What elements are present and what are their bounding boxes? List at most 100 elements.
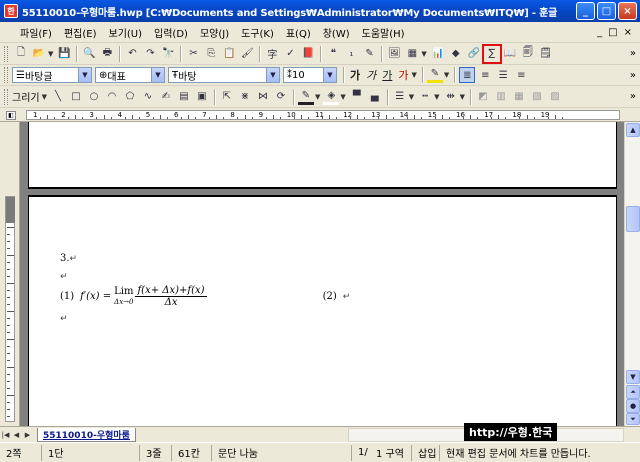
ungroup-icon[interactable]: ⋈: [255, 89, 271, 105]
line-style-icon[interactable]: ☰: [392, 89, 408, 105]
title-bar[interactable]: 한 55110010-우형마룸.hwp [C:₩Documents and Se…: [0, 0, 640, 22]
minimize-button[interactable]: _: [576, 2, 595, 20]
chevron-down-icon[interactable]: ▼: [409, 93, 414, 101]
rotate-icon[interactable]: ⟳: [273, 89, 289, 105]
scroll-down-icon[interactable]: ▼: [626, 370, 640, 384]
menu-view[interactable]: 보기(U): [103, 25, 149, 40]
line-tool-icon[interactable]: ╲: [50, 89, 66, 105]
toolbar-overflow-icon[interactable]: »: [630, 91, 636, 102]
insert-picture-icon[interactable]: 🖼: [386, 46, 402, 62]
menu-help[interactable]: 도움말(H): [356, 25, 411, 40]
memo-icon[interactable]: 🗒: [538, 46, 554, 62]
chevron-down-icon[interactable]: ▼: [340, 93, 345, 101]
toolbar-grip[interactable]: [4, 67, 8, 83]
tab-prev-icon[interactable]: ◀: [11, 429, 22, 441]
chevron-down-icon[interactable]: ▼: [266, 68, 279, 82]
rectangle-tool-icon[interactable]: □: [68, 89, 84, 105]
browse-object-icon[interactable]: ●: [626, 399, 640, 413]
text-color-icon[interactable]: 가: [398, 67, 408, 83]
save-icon[interactable]: 💾: [56, 46, 72, 62]
toolbar-overflow-icon[interactable]: »: [630, 70, 636, 81]
vertical-ruler[interactable]: [0, 122, 20, 426]
doc-tab[interactable]: 55110010-우형마룸: [37, 427, 136, 442]
bookmark-icon[interactable]: 📖: [502, 46, 518, 62]
draw-menu-label[interactable]: 그리기: [12, 89, 40, 104]
ruler-scale[interactable]: 1 2 3 4 5 6 7 8 9 10 11 12 13 14 15 16 17 18 19: [26, 110, 620, 120]
toolbar-grip[interactable]: [4, 45, 8, 62]
chevron-down-icon[interactable]: ▼: [78, 68, 91, 82]
align-justify-icon[interactable]: ≣: [459, 67, 476, 83]
tab-first-icon[interactable]: |◀: [0, 429, 11, 441]
line-dash-icon[interactable]: ┅: [417, 89, 433, 105]
object-properties-icon[interactable]: ▨: [547, 89, 563, 105]
font-select[interactable]: Ŧ 바탕 ▼: [168, 67, 280, 83]
cut-icon[interactable]: ✂: [185, 46, 201, 62]
textbox-tool-icon[interactable]: ▤: [176, 89, 192, 105]
print-preview-icon[interactable]: 🔍: [81, 46, 97, 62]
chevron-down-icon[interactable]: ▼: [151, 68, 164, 82]
flip-icon[interactable]: ▧: [529, 89, 545, 105]
menu-file[interactable]: 파일(F): [14, 25, 58, 40]
shadow-icon[interactable]: ◩: [475, 89, 491, 105]
chevron-down-icon[interactable]: ▼: [42, 93, 47, 101]
chevron-down-icon[interactable]: ▼: [315, 93, 320, 101]
status-insert-mode[interactable]: 삽입: [412, 444, 440, 461]
menu-edit[interactable]: 편집(E): [58, 25, 103, 40]
chevron-down-icon[interactable]: ▼: [444, 71, 449, 79]
picture-tool-icon[interactable]: ▣: [194, 89, 210, 105]
underline-icon[interactable]: 가: [382, 67, 392, 83]
chevron-down-icon[interactable]: ▼: [421, 50, 426, 58]
find-icon[interactable]: 🔭: [160, 46, 176, 62]
next-page-icon[interactable]: ⏷: [626, 413, 640, 425]
spellcheck-icon[interactable]: ✓: [282, 46, 298, 62]
empty-paragraph[interactable]: ↵: [60, 271, 68, 282]
quote-icon[interactable]: ❝: [325, 46, 341, 62]
note-icon[interactable]: ✎: [361, 46, 377, 62]
tab-next-icon[interactable]: ▶: [22, 429, 33, 441]
send-back-icon[interactable]: ▄: [367, 89, 383, 105]
chevron-down-icon[interactable]: ▼: [434, 93, 439, 101]
equation-editor-icon[interactable]: ∑: [481, 43, 502, 64]
undo-icon[interactable]: ↶: [124, 46, 140, 62]
hyperlink-icon[interactable]: 🔗: [466, 46, 482, 62]
scroll-up-icon[interactable]: ▲: [626, 123, 640, 137]
hanja-icon[interactable]: 字: [264, 46, 280, 62]
previous-page-icon[interactable]: ⏶: [626, 385, 640, 399]
paste-icon[interactable]: 📋: [221, 46, 237, 62]
chevron-down-icon[interactable]: ▼: [323, 68, 336, 82]
dictionary-icon[interactable]: 📕: [300, 46, 316, 62]
close-button[interactable]: ×: [618, 2, 637, 20]
chevron-down-icon[interactable]: ▼: [460, 93, 465, 101]
menu-insert[interactable]: 입력(D): [148, 25, 194, 40]
italic-icon[interactable]: 가: [366, 67, 376, 83]
insert-chart-icon[interactable]: 📊: [430, 46, 446, 62]
vertical-ruler-scale[interactable]: [5, 196, 15, 422]
page-1-bottom[interactable]: [28, 122, 617, 189]
line-color-icon[interactable]: ✎: [298, 89, 314, 105]
menu-table[interactable]: 표(Q): [280, 25, 317, 40]
page-2[interactable]: 3.↵ ↵ (1) f′(x) = Lim Δx→0 f(x+ Δx)+f(x)…: [28, 195, 617, 426]
draw-object-icon[interactable]: ◆: [448, 46, 464, 62]
format-painter-icon[interactable]: 🖌: [239, 46, 255, 62]
redo-icon[interactable]: ↷: [142, 46, 158, 62]
curve-tool-icon[interactable]: ∿: [140, 89, 156, 105]
copy-icon[interactable]: ⎘: [203, 46, 219, 62]
doc-minimize-button[interactable]: _: [597, 27, 602, 38]
freehand-tool-icon[interactable]: ✍: [158, 89, 174, 105]
toolbar-grip[interactable]: [4, 88, 8, 105]
maximize-button[interactable]: □: [597, 2, 616, 20]
ruler-corner-icon[interactable]: ◧: [6, 111, 16, 120]
chevron-down-icon[interactable]: ▼: [412, 71, 417, 79]
ellipse-tool-icon[interactable]: ○: [86, 89, 102, 105]
insert-table-icon[interactable]: ▦: [404, 46, 420, 62]
doc-restore-button[interactable]: □: [608, 27, 617, 38]
scroll-thumb[interactable]: [626, 206, 640, 232]
arrow-style-icon[interactable]: ⇹: [443, 89, 459, 105]
align-left-icon[interactable]: ≡: [477, 67, 493, 83]
vertical-scrollbar[interactable]: ▲ ▼ ⏶ ● ⏷: [624, 122, 640, 426]
horizontal-ruler[interactable]: ◧ 1 2 3 4 5 6 7 8 9 10 11 12 13 14 15 16 17 18 19: [0, 108, 640, 122]
bring-front-icon[interactable]: ▀: [349, 89, 365, 105]
align-right-icon[interactable]: ≡: [513, 67, 529, 83]
menu-format[interactable]: 모양(J): [194, 25, 235, 40]
fill-color-icon[interactable]: ◈: [323, 89, 340, 105]
